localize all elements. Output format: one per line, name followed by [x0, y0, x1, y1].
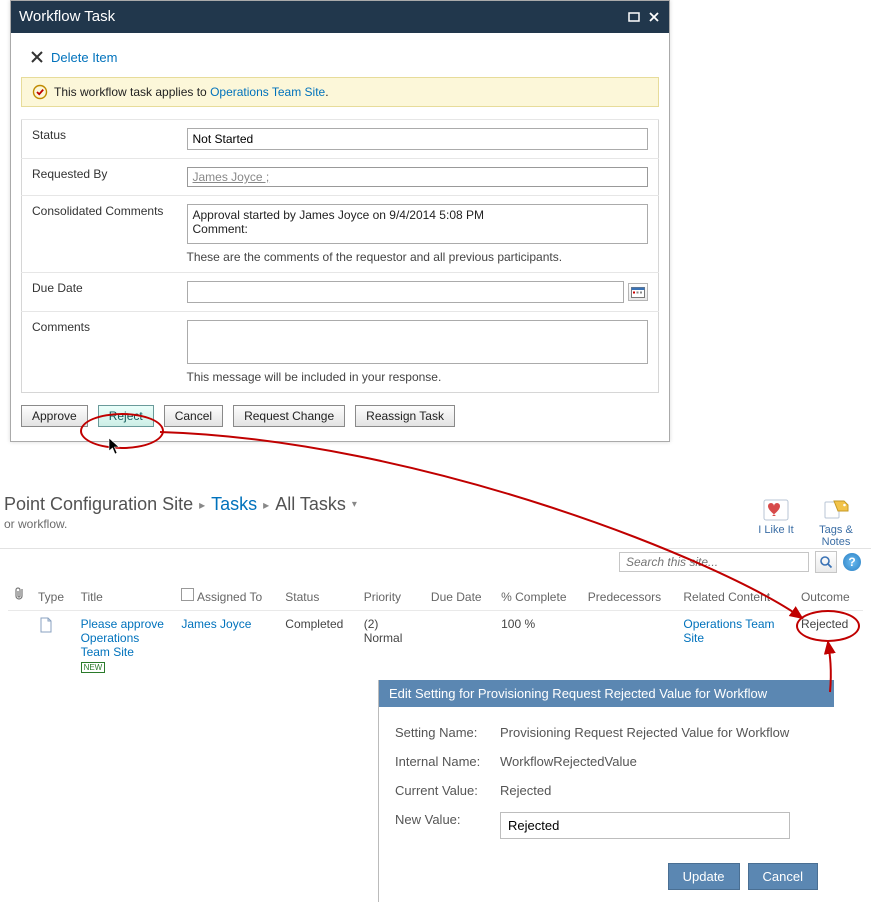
col-priority[interactable]: Priority: [358, 583, 425, 611]
sub-note: or workflow.: [4, 517, 357, 531]
breadcrumb-list-link[interactable]: Tasks: [211, 494, 257, 515]
breadcrumb-sep-icon: ▸: [263, 498, 269, 512]
setting-name-value: Provisioning Request Rejected Value for …: [500, 725, 789, 740]
new-badge: NEW: [81, 662, 106, 673]
new-comments-help: This message will be included in your re…: [187, 370, 649, 384]
col-related[interactable]: Related Content: [677, 583, 795, 611]
form-table: Status Requested By James Joyce ; Consol…: [21, 119, 659, 393]
row-due: [425, 611, 495, 680]
due-date-label: Due Date: [22, 273, 177, 312]
workflow-task-dialog: Workflow Task Delete Item: [10, 0, 670, 442]
table-row[interactable]: Please approve Operations Team Site NEW …: [8, 611, 863, 680]
col-pct[interactable]: % Complete: [495, 583, 582, 611]
requested-by-value: James Joyce ;: [193, 170, 270, 184]
dialog-titlebar: Workflow Task: [11, 1, 669, 33]
search-go-button[interactable]: [815, 551, 837, 573]
current-value-value: Rejected: [500, 783, 551, 798]
consolidated-comments-box[interactable]: Approval started by James Joyce on 9/4/2…: [187, 204, 649, 244]
col-type[interactable]: Type: [32, 583, 75, 611]
request-change-button[interactable]: Request Change: [233, 405, 345, 427]
reassign-task-button[interactable]: Reassign Task: [355, 405, 455, 427]
status-input[interactable]: [187, 128, 649, 150]
row-pct: 100 %: [495, 611, 582, 680]
delete-icon: [29, 49, 45, 65]
close-icon[interactable]: [647, 10, 661, 24]
consolidated-comments-label: Consolidated Comments: [22, 196, 177, 273]
notice-prefix: This workflow task applies to: [54, 85, 210, 99]
tag-icon: [820, 496, 852, 524]
setting-name-label: Setting Name:: [395, 725, 500, 740]
edit-setting-dialog: Edit Setting for Provisioning Request Re…: [378, 680, 834, 902]
approve-button[interactable]: Approve: [21, 405, 88, 427]
new-value-input[interactable]: [500, 812, 790, 839]
col-due[interactable]: Due Date: [425, 583, 495, 611]
help-icon[interactable]: ?: [843, 553, 861, 571]
requested-by-label: Requested By: [22, 159, 177, 196]
update-button[interactable]: Update: [668, 863, 740, 890]
row-pred: [582, 611, 678, 680]
rail-like-label: I Like It: [758, 524, 793, 536]
heart-icon: [760, 496, 792, 524]
cancel-button[interactable]: Cancel: [164, 405, 223, 427]
col-status[interactable]: Status: [279, 583, 357, 611]
comments-help: These are the comments of the requestor …: [187, 250, 649, 264]
internal-name-value: WorkflowRejectedValue: [500, 754, 637, 769]
maximize-icon[interactable]: [627, 10, 641, 24]
delete-item-link[interactable]: Delete Item: [51, 50, 117, 65]
col-title[interactable]: Title: [75, 583, 176, 611]
tasks-grid: Type Title Assigned To Status Priority D…: [0, 577, 871, 679]
col-assigned[interactable]: Assigned To: [197, 590, 262, 604]
new-value-label: New Value:: [395, 812, 500, 839]
button-row: Approve Reject Cancel Request Change Rea…: [21, 393, 659, 441]
current-value-label: Current Value:: [395, 783, 500, 798]
due-date-input[interactable]: [187, 281, 625, 303]
col-outcome[interactable]: Outcome: [795, 583, 863, 611]
requested-by-input[interactable]: James Joyce ;: [187, 167, 649, 187]
search-input[interactable]: [619, 552, 809, 572]
breadcrumb-sep-icon: ▸: [199, 498, 205, 512]
cancel-edit-button[interactable]: Cancel: [748, 863, 818, 890]
rail-tags-label: Tags & Notes: [811, 524, 861, 548]
calendar-icon[interactable]: [628, 283, 648, 301]
new-comments-label: Comments: [22, 312, 177, 393]
row-related-link[interactable]: Operations Team Site: [683, 617, 774, 645]
internal-name-label: Internal Name:: [395, 754, 500, 769]
notice-bar: This workflow task applies to Operations…: [21, 77, 659, 107]
comments-line2: Comment:: [193, 222, 643, 236]
row-title-link[interactable]: Please approve Operations Team Site: [81, 617, 164, 659]
new-comments-box[interactable]: [187, 320, 649, 364]
reject-button[interactable]: Reject: [98, 405, 154, 427]
document-icon: [38, 617, 54, 633]
breadcrumb-site: Point Configuration Site: [4, 494, 193, 515]
select-all-checkbox[interactable]: [181, 588, 194, 601]
row-status: Completed: [279, 611, 357, 680]
breadcrumb-view: All Tasks: [275, 494, 346, 515]
row-outcome: Rejected: [795, 611, 863, 680]
tasks-area: Point Configuration Site ▸ Tasks ▸ All T…: [0, 490, 871, 679]
dialog-title: Workflow Task: [19, 1, 115, 33]
row-assigned-link[interactable]: James Joyce: [181, 617, 251, 631]
edit-dialog-title: Edit Setting for Provisioning Request Re…: [379, 680, 834, 707]
breadcrumb: Point Configuration Site ▸ Tasks ▸ All T…: [4, 494, 357, 515]
chevron-down-icon[interactable]: ▾: [352, 499, 357, 510]
i-like-it-button[interactable]: I Like It: [751, 496, 801, 536]
col-pred[interactable]: Predecessors: [582, 583, 678, 611]
tags-notes-button[interactable]: Tags & Notes: [811, 496, 861, 548]
check-icon: [32, 84, 48, 100]
status-label: Status: [22, 120, 177, 159]
comments-line1: Approval started by James Joyce on 9/4/2…: [193, 208, 643, 222]
attachment-icon: [14, 587, 26, 601]
notice-suffix: .: [325, 85, 328, 99]
row-priority: (2) Normal: [358, 611, 425, 680]
notice-site-link[interactable]: Operations Team Site: [210, 85, 325, 99]
